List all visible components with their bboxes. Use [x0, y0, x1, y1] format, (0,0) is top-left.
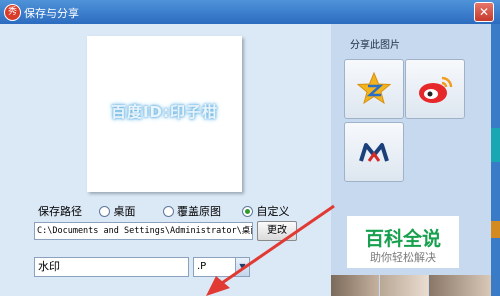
save-share-window: 秀 保存与分享 ✕ 百度ID:印子柑 保存路径 桌面 覆盖原图 自定义 C:\D… [0, 0, 500, 296]
annotation-arrow [206, 204, 335, 296]
